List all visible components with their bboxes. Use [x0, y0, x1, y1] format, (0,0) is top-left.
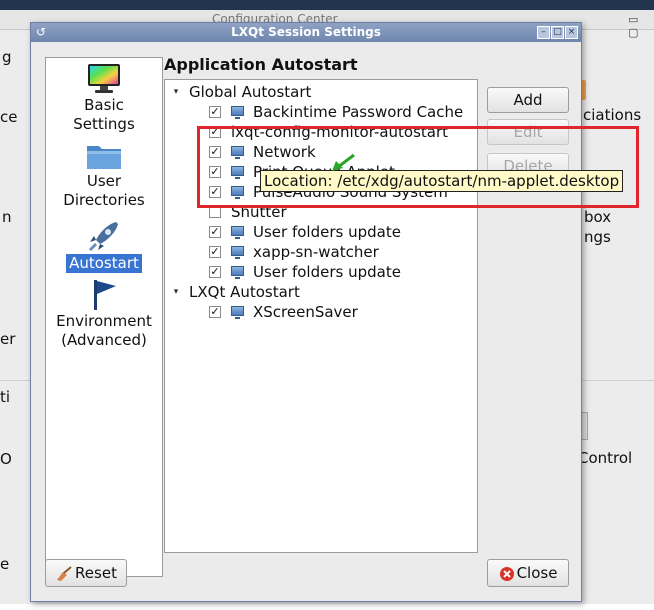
checkbox[interactable]: ✓ [209, 266, 221, 278]
broom-icon [57, 565, 72, 581]
bg-fragment: er [0, 330, 16, 348]
checkbox[interactable]: ✓ [209, 306, 221, 318]
item-label: XScreenSaver [253, 303, 358, 321]
folder-icon [87, 146, 121, 169]
monitor-icon [88, 64, 120, 93]
close-circle-icon [499, 566, 514, 581]
dialog-title: LXQt Session Settings [231, 25, 381, 39]
sidebar-label: Basic [84, 96, 124, 114]
checkbox[interactable]: ✓ [209, 226, 221, 238]
bg-fragment[interactable]: Control [578, 449, 632, 467]
close-button[interactable]: Close [487, 559, 569, 587]
bg-fragment[interactable]: ngs [584, 228, 611, 246]
arrow-annotation-icon [332, 153, 355, 171]
bg-bottom-strip [0, 604, 654, 610]
bg-fragment: O [0, 450, 12, 468]
sidebar-label: (Advanced) [61, 331, 147, 349]
chevron-down-icon[interactable]: ▾ [169, 282, 183, 302]
sidebar-item-autostart[interactable]: Autostart [46, 218, 162, 273]
sidebar-item-environment[interactable]: Environment (Advanced) [46, 276, 162, 350]
session-settings-dialog: ↺ LXQt Session Settings – □ × Basic Sett… [30, 22, 582, 602]
page-title: Application Autostart [164, 55, 358, 74]
bg-fragment[interactable]: ciations [583, 106, 641, 124]
application-icon [231, 246, 244, 259]
bg-fragment: n [2, 208, 12, 226]
item-label: User folders update [253, 263, 401, 281]
item-label: Backintime Password Cache [253, 103, 464, 121]
sidebar-label: Settings [73, 115, 135, 133]
sidebar-label: User [86, 172, 122, 190]
application-icon [231, 306, 244, 319]
item-label: xapp-sn-watcher [253, 243, 379, 261]
item-label: User folders update [253, 223, 401, 241]
group-label: LXQt Autostart [189, 283, 300, 301]
bg-fragment: g [2, 48, 12, 66]
sidebar-item-basic-settings[interactable]: Basic Settings [46, 62, 162, 134]
rocket-icon [88, 222, 118, 252]
bg-window-buttons[interactable]: ▭ ▢ [628, 13, 654, 39]
bg-fragment[interactable]: box [584, 208, 611, 226]
add-button[interactable]: Add [487, 87, 569, 113]
settings-sidebar: Basic Settings User Directories Autostar… [45, 57, 163, 577]
chevron-down-icon[interactable]: ▾ [169, 82, 183, 102]
application-icon [231, 226, 244, 239]
maximize-icon[interactable]: □ [551, 26, 564, 39]
close-label: Close [516, 564, 558, 582]
sidebar-label: Environment [56, 312, 152, 330]
top-panel [0, 0, 654, 10]
application-icon [231, 266, 244, 279]
dialog-titlebar[interactable]: ↺ LXQt Session Settings – □ × [31, 23, 581, 42]
sidebar-label: Directories [63, 191, 145, 209]
flag-icon [94, 280, 116, 310]
reset-label: Reset [75, 564, 117, 582]
checkbox[interactable]: ✓ [209, 246, 221, 258]
group-label: Global Autostart [189, 83, 312, 101]
bg-fragment: e [0, 555, 10, 573]
sidebar-item-user-directories[interactable]: User Directories [46, 140, 162, 210]
close-icon[interactable]: × [565, 26, 578, 39]
highlight-annotation-box [197, 126, 639, 208]
minimize-icon[interactable]: – [537, 26, 550, 39]
application-icon [231, 106, 244, 119]
sidebar-label-selected: Autostart [66, 254, 142, 273]
reset-button[interactable]: Reset [45, 559, 127, 587]
bg-fragment: ce [0, 108, 18, 126]
bg-fragment: ti [0, 388, 11, 406]
checkbox[interactable]: ✓ [209, 106, 221, 118]
